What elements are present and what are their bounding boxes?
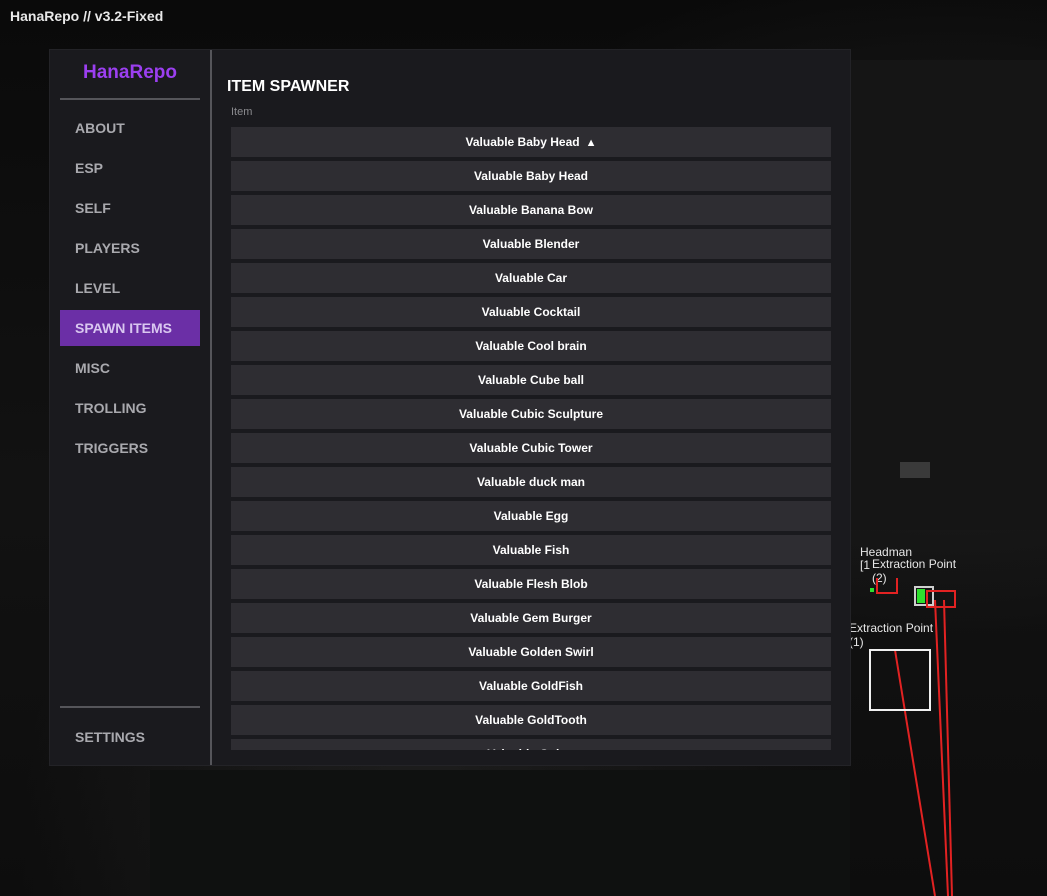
item-dropdown-list[interactable]: Valuable Baby Head ▲ Valuable Baby Head V… xyxy=(231,127,831,750)
item-option[interactable]: Valuable Guitar xyxy=(231,739,831,750)
item-option[interactable]: Valuable Golden Swirl xyxy=(231,637,831,667)
item-field-label: Item xyxy=(231,106,253,118)
sidebar-item-triggers[interactable]: TRIGGERS xyxy=(60,430,200,466)
brand-divider xyxy=(60,98,200,100)
sidebar-item-self[interactable]: SELF xyxy=(60,190,200,226)
item-option[interactable]: Valuable Gem Burger xyxy=(231,603,831,633)
item-option[interactable]: Valuable Banana Bow xyxy=(231,195,831,225)
item-option[interactable]: Valuable duck man xyxy=(231,467,831,497)
sidebar-nav: ABOUT ESP SELF PLAYERS LEVEL SPAWN ITEMS… xyxy=(60,110,200,470)
esp-extraction-1-label: Extraction Point xyxy=(849,621,934,635)
item-option[interactable]: Valuable Fish xyxy=(231,535,831,565)
brand-title: HanaRepo xyxy=(83,62,177,83)
esp-headman-box xyxy=(876,578,898,594)
esp-headman-tag: [1 xyxy=(860,558,871,572)
watermark: HanaRepo // v3.2-Fixed xyxy=(10,8,164,24)
sidebar: HanaRepo ABOUT ESP SELF PLAYERS LEVEL SP… xyxy=(50,50,210,765)
item-option[interactable]: Valuable Cube ball xyxy=(231,365,831,395)
item-option[interactable]: Valuable GoldTooth xyxy=(231,705,831,735)
esp-extraction-1-box xyxy=(869,649,931,711)
dropdown-arrow-icon: ▲ xyxy=(585,137,597,149)
sidebar-item-esp[interactable]: ESP xyxy=(60,150,200,186)
esp-extraction-2-marker xyxy=(917,589,925,603)
item-option[interactable]: Valuable Car xyxy=(231,263,831,293)
item-option[interactable]: Valuable Egg xyxy=(231,501,831,531)
item-dropdown-selected[interactable]: Valuable Baby Head ▲ xyxy=(231,127,831,157)
page-title: ITEM SPAWNER xyxy=(227,78,350,95)
item-option[interactable]: Valuable GoldFish xyxy=(231,671,831,701)
spawner-panel: ITEM SPAWNER Item Valuable Baby Head ▲ Va… xyxy=(227,50,842,765)
item-option[interactable]: Valuable Cool brain xyxy=(231,331,831,361)
item-option[interactable]: Valuable Cubic Tower xyxy=(231,433,831,463)
esp-extraction-1-num: (1) xyxy=(849,635,864,649)
item-option[interactable]: Valuable Cubic Sculpture xyxy=(231,399,831,429)
item-option[interactable]: Valuable Baby Head xyxy=(231,161,831,191)
sidebar-item-spawn-items[interactable]: SPAWN ITEMS xyxy=(60,310,200,346)
sidebar-item-level[interactable]: LEVEL xyxy=(60,270,200,306)
esp-headman-marker xyxy=(870,588,874,592)
cheat-menu-window: HanaRepo ABOUT ESP SELF PLAYERS LEVEL SP… xyxy=(50,50,850,765)
item-option[interactable]: Valuable Blender xyxy=(231,229,831,259)
sidebar-item-players[interactable]: PLAYERS xyxy=(60,230,200,266)
item-option[interactable]: Valuable Flesh Blob xyxy=(231,569,831,599)
esp-item-box xyxy=(926,590,956,608)
sidebar-divider xyxy=(210,50,212,765)
item-dropdown-selected-label: Valuable Baby Head xyxy=(465,135,580,149)
sidebar-item-settings[interactable]: SETTINGS xyxy=(60,719,200,755)
sidebar-item-about[interactable]: ABOUT xyxy=(60,110,200,146)
sidebar-item-trolling[interactable]: TROLLING xyxy=(60,390,200,426)
settings-divider xyxy=(60,706,200,708)
item-option[interactable]: Valuable Cocktail xyxy=(231,297,831,327)
esp-extraction-2-label: Extraction Point xyxy=(872,557,957,571)
sidebar-item-misc[interactable]: MISC xyxy=(60,350,200,386)
